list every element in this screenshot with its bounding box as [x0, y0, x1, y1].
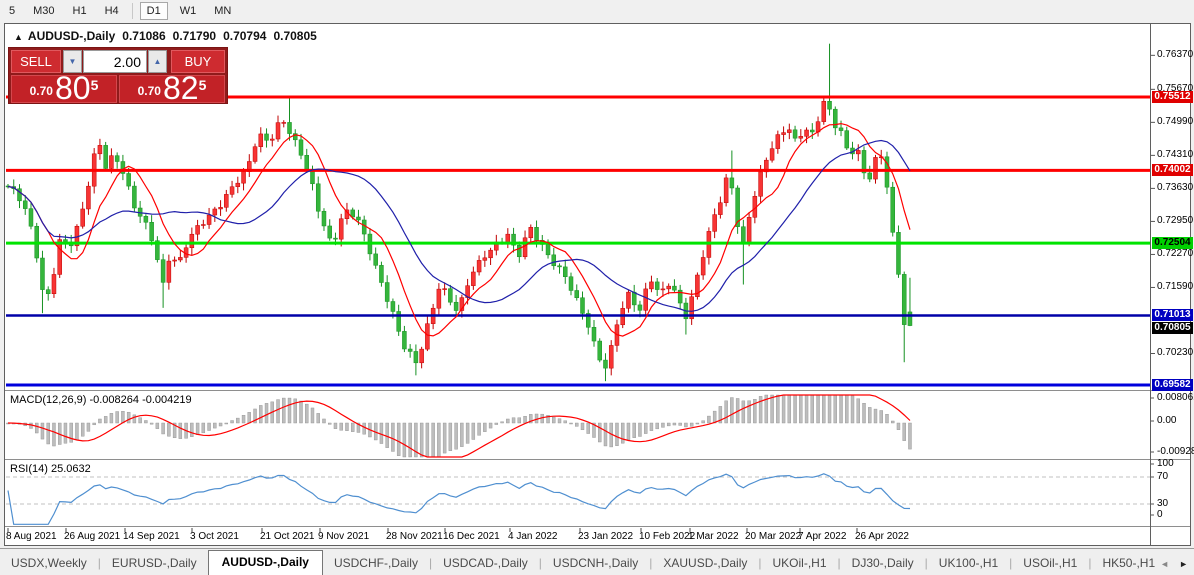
date-tick-label: 26 Aug 2021: [64, 531, 121, 542]
date-tick-label: 9 Nov 2021: [318, 531, 370, 542]
buy-price-point: 5: [198, 77, 207, 93]
price-axis-label: 100: [1157, 458, 1174, 469]
chart-tab-audusd-daily[interactable]: AUDUSD-,Daily: [207, 550, 323, 575]
quote-low: 0.70794: [223, 29, 267, 43]
quote-high: 0.71790: [172, 29, 217, 43]
date-tick-label: 26 Apr 2022: [855, 531, 909, 542]
date-tick-label: 14 Sep 2021: [123, 531, 180, 542]
panel-separator-dates: [5, 526, 1190, 528]
chart-tab-bar: USDX,Weekly | EURUSD-,Daily AUDUSD-,Daily US…: [0, 548, 1194, 575]
price-axis-label: 0.74310: [1157, 149, 1194, 161]
price-axis-label: -0.009286: [1157, 446, 1194, 457]
buy-button[interactable]: BUY: [171, 50, 225, 73]
chart-tab-usdcad-daily[interactable]: USDCAD-,Daily: [432, 552, 539, 575]
tab-scroll-nav: ◄ ►: [1160, 559, 1188, 569]
chart-tab-uk100-h1[interactable]: UK100-,H1: [928, 552, 1009, 575]
price-axis-label: 0.008061: [1157, 392, 1194, 403]
price-axis-label: 0.74990: [1157, 116, 1194, 128]
chart-tab-usdchf-daily[interactable]: USDCHF-,Daily: [323, 552, 429, 575]
price-axis-label: 0: [1157, 509, 1163, 520]
volume-increase-button[interactable]: ▲: [148, 50, 167, 73]
price-axis-label: 0.72950: [1157, 215, 1194, 227]
price-axis-label: 30: [1157, 498, 1169, 509]
sell-price-point: 5: [90, 77, 99, 93]
price-axis-label: 0.72270: [1157, 248, 1194, 260]
sell-quote-button[interactable]: 0.70 80 5: [11, 75, 117, 103]
date-tick-label: 23 Jan 2022: [578, 531, 634, 542]
chart-tab-usdcnh-daily[interactable]: USDCNH-,Daily: [542, 552, 649, 575]
chart-title: ▲ AUDUSD-,Daily 0.71086 0.71790 0.70794 0.708…: [14, 29, 317, 43]
volume-decrease-button[interactable]: ▼: [63, 50, 82, 73]
volume-input[interactable]: 2.00: [83, 50, 147, 73]
price-axis-label: 0.71590: [1157, 281, 1194, 293]
date-tick-label: 21 Oct 2021: [260, 531, 315, 542]
chart-tab-ukoil-h1[interactable]: UKOil-,H1: [762, 552, 838, 575]
buy-price-pips: 82: [162, 75, 199, 103]
one-click-trade-panel: SELL ▼ 2.00 ▲ BUY 0.70 80 5 0.70 82 5: [8, 47, 228, 104]
macd-indicator-label: MACD(12,26,9) -0.008264 -0.004219: [10, 394, 192, 406]
buy-quote-button[interactable]: 0.70 82 5: [119, 75, 225, 103]
price-axis[interactable]: 0.76370 0.75670 0.74990 0.74310 0.73630 0.729…: [1151, 23, 1194, 546]
chart-tab-dj30-daily[interactable]: DJ30-,Daily: [841, 552, 925, 575]
quote-open: 0.71086: [122, 29, 166, 43]
tab-scroll-right-icon[interactable]: ►: [1179, 559, 1188, 569]
date-tick-label: 7 Apr 2022: [798, 531, 847, 542]
current-price-badge: 0.70805: [1152, 321, 1193, 334]
chart-tab-xauusd-daily[interactable]: XAUUSD-,Daily: [652, 552, 758, 575]
chart-tab-usdx-weekly[interactable]: USDX,Weekly: [0, 552, 98, 575]
level-price-badge: 0.71013: [1152, 309, 1193, 322]
price-axis-label: 0.73630: [1157, 182, 1194, 194]
chevron-up-icon: ▲: [153, 57, 162, 66]
sell-button[interactable]: SELL: [11, 50, 61, 73]
sell-price-prefix: 0.70: [29, 84, 53, 98]
date-tick-label: 16 Dec 2021: [443, 531, 500, 542]
panel-separator-rsi[interactable]: [5, 459, 1190, 461]
price-axis-label: 0.00: [1157, 415, 1177, 426]
level-price-badge: 0.75512: [1152, 91, 1193, 103]
tab-scroll-left-icon[interactable]: ◄: [1160, 559, 1169, 569]
level-price-badge: 0.69582: [1152, 378, 1193, 391]
date-tick-label: 4 Jan 2022: [508, 531, 558, 542]
trading-app: 5 M30 H1 H4 D1 W1 MN ▲ AUDUSD-,Daily 0.71086 0.71…: [0, 0, 1194, 575]
chevron-down-icon: ▼: [68, 57, 77, 66]
collapse-trade-panel-icon[interactable]: ▲: [14, 32, 23, 42]
panel-separator-macd[interactable]: [5, 390, 1190, 392]
price-axis-label: 0.76370: [1157, 49, 1194, 61]
date-tick-label: 1 Mar 2022: [688, 531, 739, 542]
price-axis-label: 0.70230: [1157, 347, 1194, 359]
chart-tab-eurusd-daily[interactable]: EURUSD-,Daily: [101, 552, 208, 575]
rsi-indicator-label: RSI(14) 25.0632: [10, 463, 91, 475]
date-tick-label: 10 Feb 2022: [639, 531, 696, 542]
chart-tab-usoil-h1[interactable]: USOil-,H1: [1012, 552, 1088, 575]
sell-price-pips: 80: [54, 75, 91, 103]
chart-tab-hk50-h1[interactable]: HK50-,H1: [1091, 552, 1166, 575]
price-axis-label: 70: [1157, 471, 1169, 482]
date-tick-label: 28 Nov 2021: [386, 531, 443, 542]
chart-symbol-label: AUDUSD-,Daily: [27, 29, 116, 43]
date-tick-label: 8 Aug 2021: [6, 531, 57, 542]
quote-close: 0.70805: [273, 29, 317, 43]
date-tick-label: 3 Oct 2021: [190, 531, 239, 542]
buy-price-prefix: 0.70: [137, 84, 161, 98]
date-tick-label: 20 Mar 2022: [745, 531, 802, 542]
level-price-badge: 0.74002: [1152, 164, 1193, 177]
level-price-badge: 0.72504: [1152, 237, 1193, 250]
